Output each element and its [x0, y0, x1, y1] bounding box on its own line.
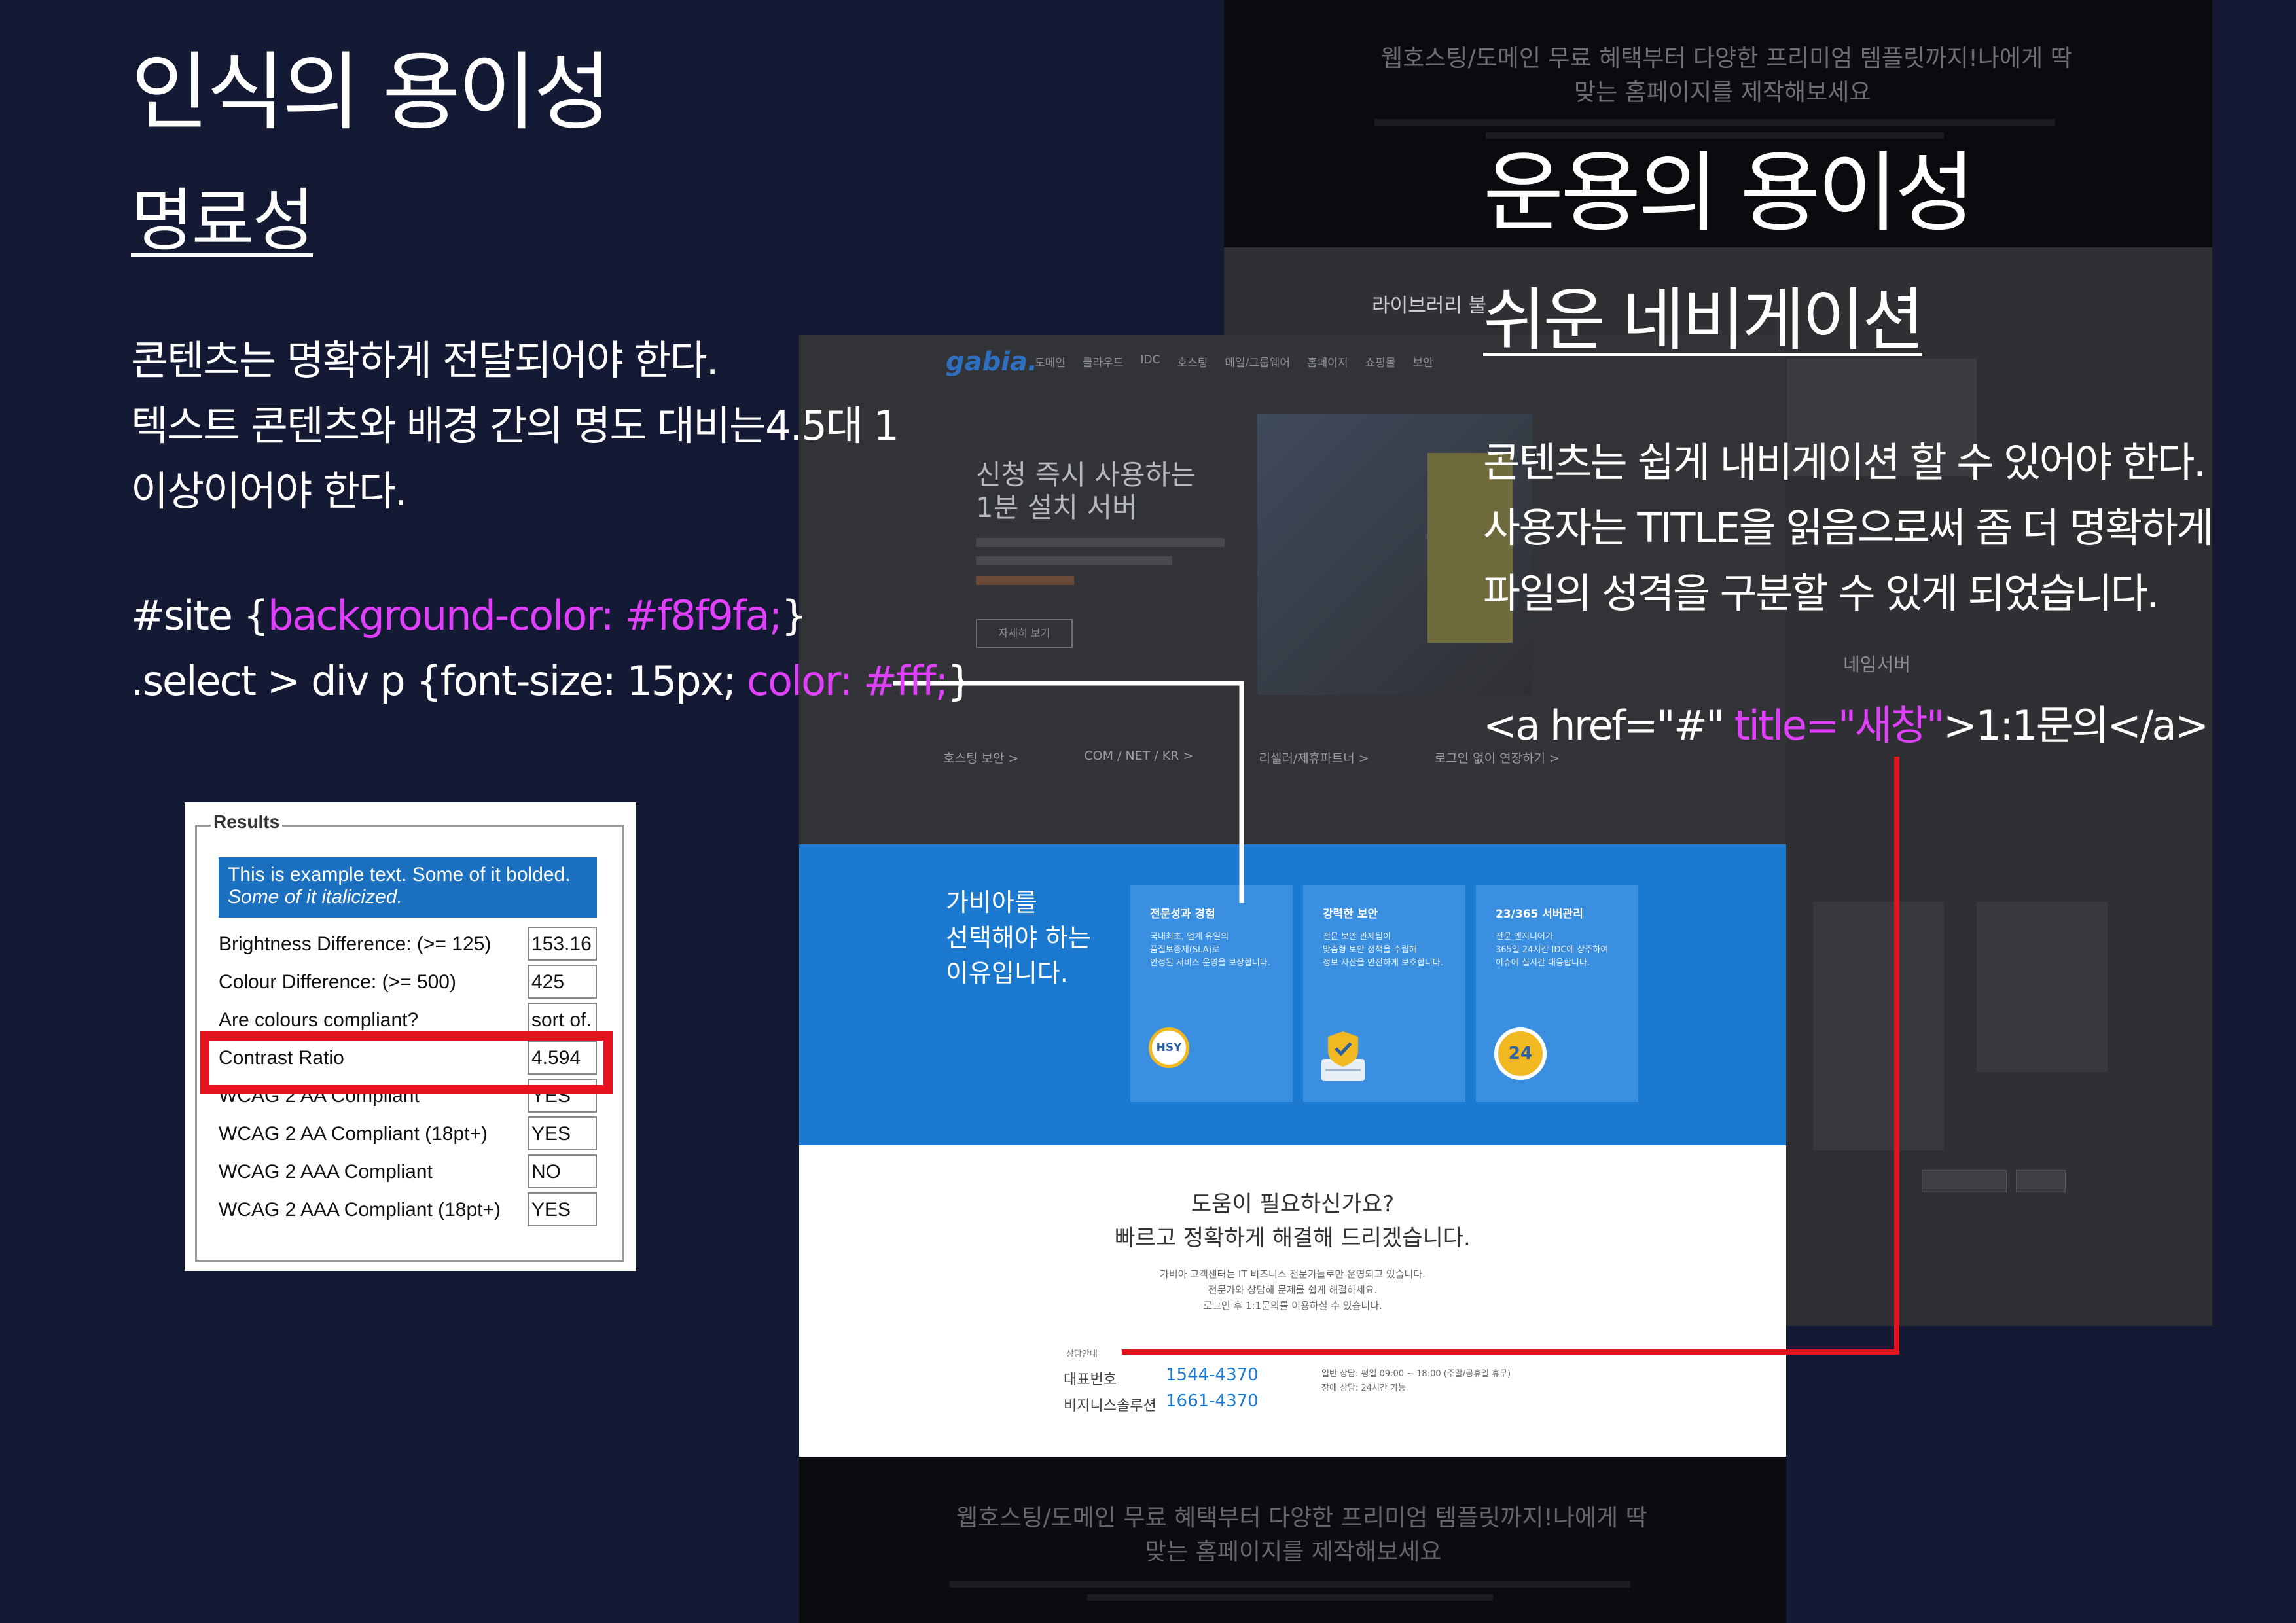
code-text: .select > div p {font-size: 15px;	[131, 657, 747, 705]
code-line-select: .select > div p {font-size: 15px; color:…	[131, 657, 973, 705]
result-value: 153.16	[528, 927, 597, 961]
code-highlight: title="새창"	[1734, 702, 1945, 749]
result-row: Colour Difference: (>= 500) 425	[219, 965, 611, 999]
sample-text: Some of it italicized.	[228, 886, 403, 908]
left-subtitle: 명료성	[131, 181, 315, 260]
right-body-line: 사용자는 TITLE을 읽음으로써 좀 더 명확하게	[1483, 504, 2214, 552]
code-text: }	[781, 592, 807, 639]
result-label: Brightness Difference: (>= 125)	[219, 933, 492, 955]
result-row: WCAG 2 AA Compliant (18pt+) YES	[219, 1116, 611, 1150]
contrast-ratio-highlight	[200, 1031, 613, 1094]
result-label: WCAG 2 AAA Compliant	[219, 1161, 433, 1183]
right-body-line: 파일의 성격을 구분할 수 있게 되었습니다.	[1483, 569, 2159, 617]
red-connector	[1122, 757, 1899, 1355]
right-title: 운용의 용이성	[1483, 142, 1975, 244]
right-subtitle: 쉬운 네비게이션	[1483, 280, 1925, 360]
result-value: NO	[528, 1154, 597, 1188]
result-row: WCAG 2 AAA Compliant (18pt+) YES	[219, 1192, 611, 1226]
code-line-site: #site {background-color: #f8f9fa;}	[131, 592, 807, 639]
result-value: YES	[528, 1116, 597, 1150]
code-line-anchor: <a href="#" title="새창">1:1문의</a>	[1483, 692, 2209, 751]
sample-text-box: This is example text. Some of it bolded.…	[219, 857, 597, 918]
code-text: #site {	[131, 592, 269, 639]
code-text: >1:1문의</a>	[1943, 702, 2209, 749]
result-label: WCAG 2 AAA Compliant (18pt+)	[219, 1199, 501, 1221]
left-body-line: 이상이어야 한다.	[131, 467, 408, 515]
results-legend: Results	[211, 812, 283, 832]
code-highlight: color: #fff;	[746, 657, 948, 705]
left-title: 인식의 용이성	[131, 43, 612, 142]
result-row: Brightness Difference: (>= 125) 153.16	[219, 927, 611, 961]
result-value: YES	[528, 1192, 597, 1226]
code-highlight: background-color: #f8f9fa;	[268, 592, 782, 639]
result-value: 425	[528, 965, 597, 999]
result-label: Are colours compliant?	[219, 1009, 419, 1031]
right-body-line: 콘텐츠는 쉽게 내비게이션 할 수 있어야 한다.	[1483, 438, 2206, 486]
white-connector	[893, 681, 1244, 903]
left-body-line: 텍스트 콘텐츠와 배경 간의 명도 대비는4.5대 1	[131, 402, 899, 450]
result-label: WCAG 2 AA Compliant (18pt+)	[219, 1123, 488, 1145]
code-text: }	[947, 657, 973, 705]
left-body-line: 콘텐츠는 명확하게 전달되어야 한다.	[131, 336, 719, 384]
result-label: Colour Difference: (>= 500)	[219, 971, 456, 993]
sample-text: This is example text. Some of it bolded.	[228, 864, 571, 885]
result-row: WCAG 2 AAA Compliant NO	[219, 1154, 611, 1188]
code-text: <a href="#"	[1483, 702, 1734, 749]
